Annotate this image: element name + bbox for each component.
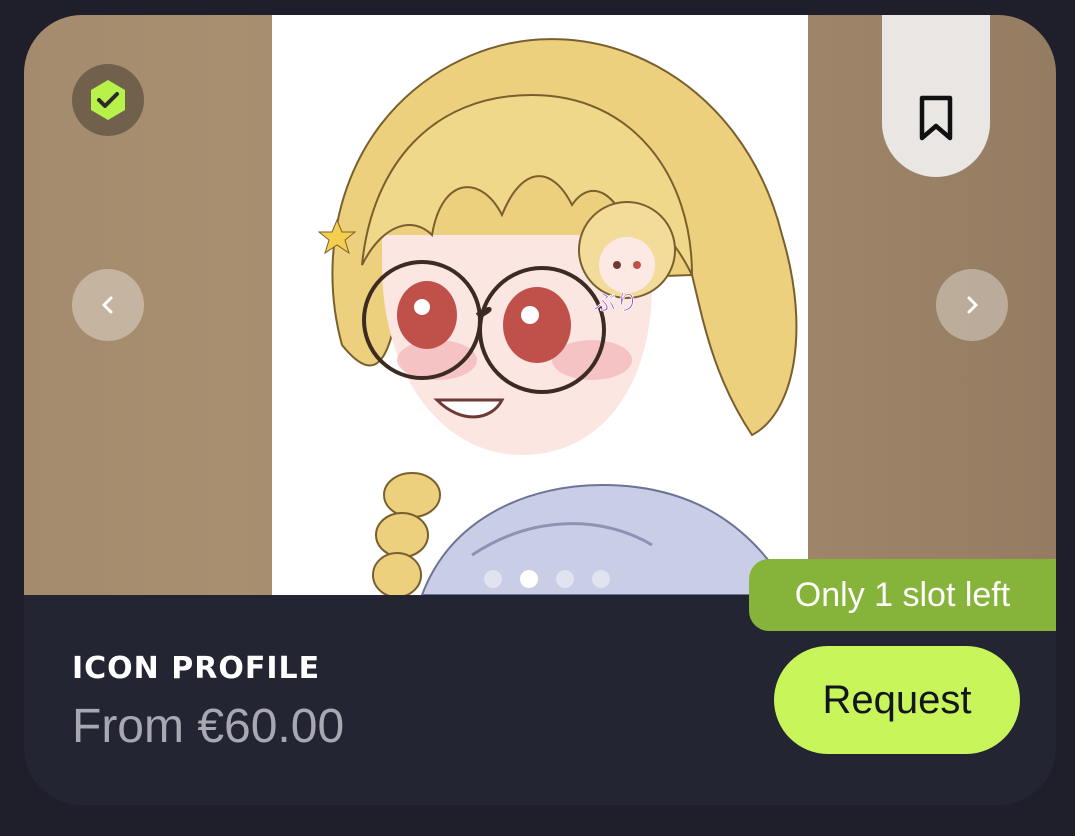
artwork-sticker-text: ぶり — [594, 291, 638, 316]
listing-price: From €60.00 — [72, 700, 345, 753]
bookmark-icon — [919, 95, 953, 141]
previous-image-button[interactable] — [72, 269, 144, 341]
artwork-illustration: ぶり — [317, 38, 798, 595]
carousel-dot[interactable] — [556, 570, 574, 588]
artwork-image: ぶり — [272, 15, 808, 595]
next-image-button[interactable] — [936, 269, 1008, 341]
image-gallery[interactable]: ぶり — [24, 15, 1056, 595]
listing-title: ICON PROFILE — [72, 651, 321, 686]
slot-availability-badge: Only 1 slot left — [749, 559, 1056, 631]
carousel-dot-active[interactable] — [520, 570, 538, 588]
carousel-dot[interactable] — [484, 570, 502, 588]
request-button[interactable]: Request — [774, 646, 1020, 754]
verified-check-icon — [91, 80, 125, 120]
bookmark-button[interactable] — [882, 15, 990, 177]
verified-badge — [72, 64, 144, 136]
chevron-left-icon — [102, 296, 113, 314]
chevron-right-icon — [967, 296, 978, 314]
carousel-dot[interactable] — [592, 570, 610, 588]
carousel-dots — [484, 570, 610, 588]
listing-card: ぶり Only 1 slot left ICON PROFILE From €6… — [24, 15, 1056, 805]
